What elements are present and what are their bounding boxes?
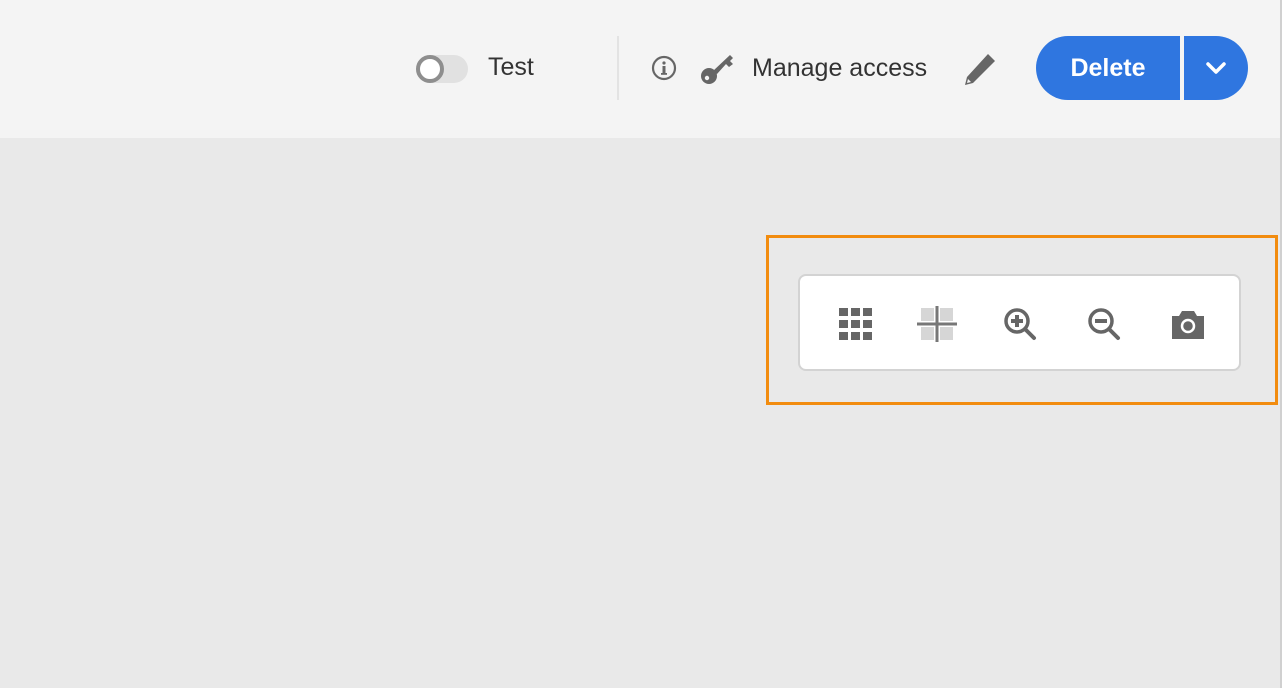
delete-button[interactable]: Delete	[1036, 36, 1180, 100]
crosshair-icon[interactable]	[917, 306, 957, 342]
zoom-out-icon[interactable]	[1084, 306, 1124, 342]
divider	[617, 36, 619, 100]
toggle-knob	[416, 55, 444, 83]
test-toggle-label: Test	[488, 53, 534, 81]
pencil-icon[interactable]	[962, 52, 998, 86]
manage-access-button[interactable]: Manage access	[752, 54, 927, 83]
map-toolbar	[798, 274, 1241, 371]
delete-dropdown-button[interactable]	[1184, 36, 1248, 100]
key-icon[interactable]	[700, 50, 740, 86]
info-icon[interactable]	[651, 55, 677, 81]
header-bar: Test Manage access Delete	[0, 0, 1282, 138]
grid-icon[interactable]	[836, 306, 876, 342]
camera-icon[interactable]	[1168, 306, 1208, 342]
chevron-down-icon	[1206, 62, 1226, 74]
zoom-in-icon[interactable]	[1000, 306, 1040, 342]
test-toggle[interactable]	[416, 55, 468, 83]
